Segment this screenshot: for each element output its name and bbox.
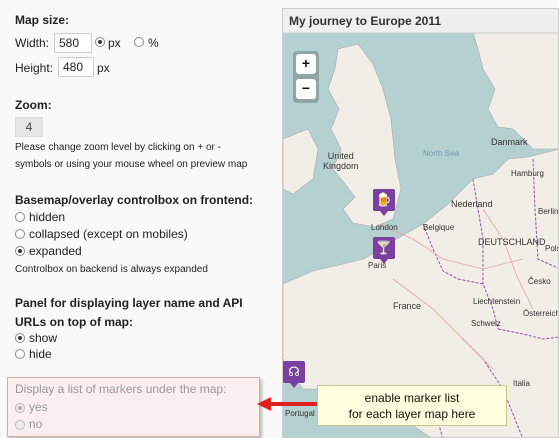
unit-px-radio[interactable] [95, 37, 105, 47]
marker-list-yes-label: yes [29, 400, 48, 414]
label-nederland: Nederland [451, 199, 493, 209]
map-size-heading: Map size: [15, 13, 70, 27]
map-tiles[interactable] [283, 9, 559, 438]
callout-line1: enable marker list [364, 391, 460, 405]
height-input[interactable]: 480 [58, 57, 94, 77]
marker-paris[interactable]: 🍸 [373, 237, 395, 264]
width-input[interactable]: 580 [54, 33, 92, 53]
label-denmark: Danmark [491, 137, 528, 147]
label-liechtenstein: Liechtenstein [473, 297, 521, 306]
controlbox-collapsed-radio[interactable] [15, 229, 25, 239]
marker-list-no-label: no [29, 417, 43, 431]
map-title: My journey to Europe 2011 [283, 9, 558, 33]
zoom-heading: Zoom: [15, 98, 52, 112]
height-label: Height: [15, 61, 54, 75]
zoom-level-display: 4 [15, 117, 43, 137]
label-polska: Polska [545, 244, 558, 253]
label-deutschland: DEUTSCHLAND [478, 237, 546, 247]
panel-heading-line1: Panel for displaying layer name and API [15, 296, 243, 310]
zoom-help-line2: symbols or using your mouse wheel on pre… [15, 159, 248, 170]
controlbox-hidden-radio[interactable] [15, 212, 25, 222]
map-zoom-control: + − [293, 51, 319, 103]
zoom-out-button[interactable]: − [296, 79, 316, 99]
controlbox-collapsed-label: collapsed (except on mobiles) [29, 227, 188, 241]
beer-icon: 🍺 [375, 192, 393, 207]
label-france: France [393, 301, 422, 311]
marker-list-heading: Display a list of markers under the map: [15, 382, 227, 396]
controlbox-heading: Basemap/overlay controlbox on frontend: [15, 193, 254, 207]
height-unit-label: px [97, 61, 110, 75]
label-london: London [371, 223, 398, 232]
label-italia: Italia [513, 379, 530, 388]
marker-list-no-radio[interactable] [15, 420, 25, 430]
map-preview[interactable]: My journey to Europe 2011 + − Danmark No… [282, 8, 559, 438]
callout-line2: for each layer map here [348, 407, 476, 421]
panel-show-radio[interactable] [15, 333, 25, 343]
marker-london[interactable]: 🍺 [373, 189, 395, 216]
panel-hide-radio[interactable] [15, 349, 25, 359]
panel-hide-label: hide [29, 347, 52, 361]
width-label: Width: [15, 36, 50, 50]
label-schweiz: Schweiz [471, 319, 501, 328]
bar-icon: 🍸 [375, 240, 393, 255]
dance-icon: ☊ [288, 364, 300, 379]
unit-percent-radio[interactable] [134, 37, 144, 47]
controlbox-expanded-radio[interactable] [15, 246, 25, 256]
label-osterreich: Österreich [523, 309, 559, 318]
controlbox-note: Controlbox on backend is always expanded [15, 264, 208, 275]
zoom-help-line1: Please change zoom level by clicking on … [15, 142, 221, 153]
panel-heading-line2: URLs on top of map: [15, 315, 133, 329]
marker-list-callout: enable marker list for each layer map he… [317, 385, 507, 426]
label-north-sea: North Sea [423, 149, 460, 158]
zoom-in-button[interactable]: + [296, 54, 316, 74]
unit-px-label: px [108, 36, 121, 50]
label-berlin: Berlin [538, 207, 559, 216]
label-united-kingdom: United Kingdom [323, 151, 359, 171]
label-cesko: Česko [528, 277, 551, 286]
label-belgique: Belgique [423, 223, 455, 232]
unit-percent-label: % [148, 36, 159, 50]
marker-list-yes-radio[interactable] [15, 403, 25, 413]
panel-show-label: show [29, 331, 58, 345]
controlbox-expanded-label: expanded [29, 244, 82, 258]
marker-portugal[interactable]: ☊ [283, 361, 305, 388]
label-hamburg: Hamburg [511, 169, 544, 178]
controlbox-hidden-label: hidden [29, 210, 66, 224]
settings-panel: Map size: Width: 580 px % Height: 480 px… [0, 0, 282, 438]
